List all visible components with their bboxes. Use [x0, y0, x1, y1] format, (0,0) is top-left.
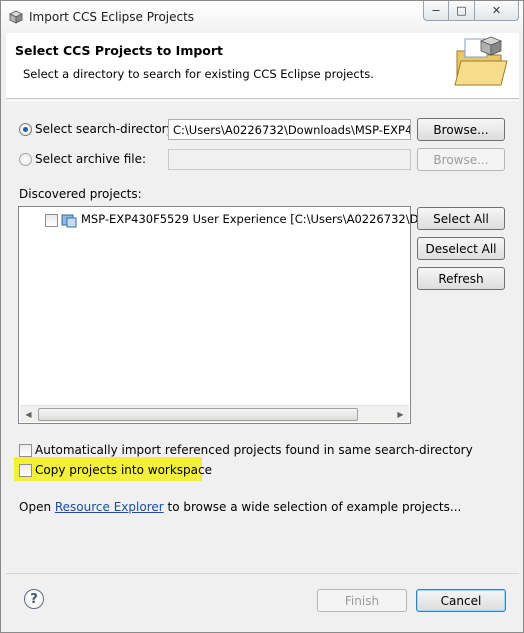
window-controls: − □ ✕: [423, 1, 519, 23]
scrollbar-thumb[interactable]: [38, 408, 358, 421]
project-checkbox[interactable]: [45, 214, 58, 227]
archive-file-input[interactable]: [168, 149, 411, 170]
horizontal-scrollbar[interactable]: ◀ ▶: [20, 405, 409, 422]
discovered-projects-list[interactable]: MSP-EXP430F5529 User Experience [C:\User…: [18, 206, 442, 424]
auto-import-label: Automatically import referenced projects…: [35, 443, 473, 457]
resource-explorer-link[interactable]: Resource Explorer: [55, 500, 164, 514]
archive-file-label: Select archive file:: [35, 152, 147, 166]
resource-suffix: to browse a wide selection of example pr…: [163, 500, 462, 514]
wizard-header: Select CCS Projects to Import Select a d…: [6, 33, 519, 99]
page-description: Select a directory to search for existin…: [23, 67, 374, 81]
browse-archive-button[interactable]: Browse...: [417, 148, 505, 171]
finish-label: Finish: [344, 593, 380, 608]
archive-file-radio[interactable]: [19, 153, 32, 166]
deselect-all-label: Deselect All: [425, 241, 497, 256]
maximize-icon: □: [456, 4, 467, 17]
import-dialog-window: Import CCS Eclipse Projects − □ ✕ Select…: [0, 0, 524, 633]
minimize-icon: −: [431, 4, 441, 17]
auto-import-checkbox[interactable]: [19, 444, 32, 457]
search-directory-radio[interactable]: [19, 123, 32, 136]
project-item-label[interactable]: MSP-EXP430F5529 User Experience [C:\User…: [81, 210, 442, 228]
scroll-left-icon[interactable]: ◀: [20, 406, 37, 423]
page-title: Select CCS Projects to Import: [15, 43, 224, 58]
cancel-label: Cancel: [440, 593, 482, 608]
copy-projects-checkbox[interactable]: [19, 464, 32, 477]
refresh-label: Refresh: [438, 271, 484, 286]
close-button[interactable]: ✕: [475, 1, 519, 21]
cancel-button[interactable]: Cancel: [416, 589, 506, 612]
select-all-button[interactable]: Select All: [417, 207, 505, 230]
window-title: Import CCS Eclipse Projects: [29, 10, 195, 24]
finish-button[interactable]: Finish: [317, 589, 407, 612]
maximize-button[interactable]: □: [449, 1, 475, 21]
copy-projects-label: Copy projects into workspace: [35, 463, 213, 477]
close-icon: ✕: [491, 4, 502, 17]
resource-prefix: Open: [19, 500, 55, 514]
scroll-right-icon[interactable]: ▶: [392, 406, 409, 423]
wizard-content: Select search-directory: C:\Users\A02267…: [6, 100, 519, 573]
browse-archive-label: Browse...: [433, 152, 489, 167]
browse-directory-button[interactable]: Browse...: [417, 118, 505, 141]
ccs-project-icon: [61, 214, 77, 228]
deselect-all-button[interactable]: Deselect All: [417, 237, 505, 260]
title-bar: Import CCS Eclipse Projects − □ ✕: [1, 1, 523, 33]
resource-explorer-line: Open Resource Explorer to browse a wide …: [19, 500, 461, 514]
cube-icon: [9, 10, 23, 24]
select-all-label: Select All: [433, 211, 489, 226]
search-directory-input[interactable]: C:\Users\A0226732\Downloads\MSP-EXP430: [168, 119, 411, 140]
refresh-button[interactable]: Refresh: [417, 267, 505, 290]
footer-divider: [6, 573, 519, 574]
discovered-projects-label: Discovered projects:: [19, 187, 142, 201]
browse-directory-label: Browse...: [433, 122, 489, 137]
help-icon[interactable]: ?: [24, 589, 44, 609]
search-directory-label: Select search-directory:: [35, 122, 177, 136]
minimize-button[interactable]: −: [423, 1, 449, 21]
import-folder-icon: [454, 36, 508, 86]
